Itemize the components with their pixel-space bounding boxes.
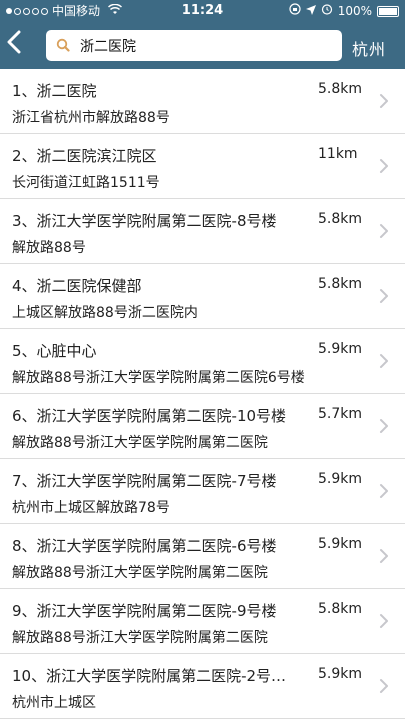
rotation-lock-icon: [289, 0, 301, 22]
status-right: 100%: [289, 0, 399, 22]
result-distance: 5.9km: [318, 666, 363, 682]
result-row[interactable]: 10、浙江大学医学院附属第二医院-2号… 5.9km 杭州市上城区: [0, 654, 405, 719]
result-title: 10、浙江大学医学院附属第二医院-2号…: [12, 667, 287, 685]
chevron-right-icon: [380, 679, 388, 693]
chevron-right-icon: [380, 484, 388, 498]
search-icon: [56, 38, 70, 52]
chevron-right-icon: [380, 94, 388, 108]
result-row[interactable]: 3、浙江大学医学院附属第二医院-8号楼 5.8km 解放路88号: [0, 199, 405, 264]
battery-label: 100%: [337, 4, 372, 18]
location-icon: [305, 0, 316, 22]
result-row[interactable]: 1、浙二医院 5.8km 浙江省杭州市解放路88号: [0, 69, 405, 134]
result-title: 1、浙二医院: [12, 82, 97, 100]
city-selector[interactable]: 杭州: [352, 36, 386, 60]
result-distance: 5.9km: [318, 536, 363, 552]
chevron-left-icon: [7, 30, 21, 54]
result-title: 2、浙二医院滨江院区: [12, 147, 157, 165]
chevron-right-icon: [380, 224, 388, 238]
result-title: 8、浙江大学医学院附属第二医院-6号楼: [12, 537, 277, 555]
header-bar: 中国移动 11:24 100% 杭州: [0, 0, 405, 69]
battery-icon: [377, 5, 399, 17]
result-address: 浙江省杭州市解放路88号: [12, 110, 170, 126]
result-address: 杭州市上城区: [12, 695, 96, 711]
result-row[interactable]: 6、浙江大学医学院附属第二医院-10号楼 5.7km 解放路88号浙江大学医学院附属…: [0, 394, 405, 459]
result-address: 解放路88号浙江大学医学院附属第二医院: [12, 565, 268, 581]
result-row[interactable]: 9、浙江大学医学院附属第二医院-9号楼 5.8km 解放路88号浙江大学医学院附属第…: [0, 589, 405, 654]
result-distance: 5.9km: [318, 471, 363, 487]
result-address: 解放路88号浙江大学医学院附属第二医院: [12, 630, 268, 646]
search-box[interactable]: [46, 30, 342, 61]
result-row[interactable]: 5、心脏中心 5.9km 解放路88号浙江大学医学院附属第二医院6号楼: [0, 329, 405, 394]
chevron-right-icon: [380, 354, 388, 368]
result-distance: 5.8km: [318, 211, 363, 227]
result-title: 9、浙江大学医学院附属第二医院-9号楼: [12, 602, 277, 620]
result-title: 7、浙江大学医学院附属第二医院-7号楼: [12, 472, 277, 490]
result-row[interactable]: 8、浙江大学医学院附属第二医院-6号楼 5.9km 解放路88号浙江大学医学院附属第…: [0, 524, 405, 589]
result-address: 长河街道江虹路1511号: [12, 175, 160, 191]
chevron-right-icon: [380, 289, 388, 303]
result-title: 6、浙江大学医学院附属第二医院-10号楼: [12, 407, 287, 425]
back-button[interactable]: [6, 30, 30, 62]
result-address: 解放路88号浙江大学医学院附属第二医院6号楼: [12, 370, 305, 386]
result-title: 4、浙二医院保健部: [12, 277, 142, 295]
result-title: 5、心脏中心: [12, 342, 97, 360]
result-distance: 5.9km: [318, 341, 363, 357]
result-title: 3、浙江大学医学院附属第二医院-8号楼: [12, 212, 277, 230]
chevron-right-icon: [380, 419, 388, 433]
result-distance: 5.7km: [318, 406, 363, 422]
result-address: 解放路88号: [12, 240, 86, 256]
chevron-right-icon: [380, 159, 388, 173]
result-address: 杭州市上城区解放路78号: [12, 500, 170, 516]
result-distance: 11km: [318, 146, 358, 162]
result-row[interactable]: 4、浙二医院保健部 5.8km 上城区解放路88号浙二医院内: [0, 264, 405, 329]
result-address: 解放路88号浙江大学医学院附属第二医院: [12, 435, 268, 451]
status-bar: 中国移动 11:24 100%: [0, 0, 405, 22]
chevron-right-icon: [380, 549, 388, 563]
result-distance: 5.8km: [318, 601, 363, 617]
result-row[interactable]: 7、浙江大学医学院附属第二医院-7号楼 5.9km 杭州市上城区解放路78号: [0, 459, 405, 524]
alarm-icon: [321, 0, 333, 22]
result-distance: 5.8km: [318, 81, 363, 97]
chevron-right-icon: [380, 614, 388, 628]
result-distance: 5.8km: [318, 276, 363, 292]
result-row[interactable]: 2、浙二医院滨江院区 11km 长河街道江虹路1511号: [0, 134, 405, 199]
result-address: 上城区解放路88号浙二医院内: [12, 305, 198, 321]
results-list: 1、浙二医院 5.8km 浙江省杭州市解放路88号 2、浙二医院滨江院区 11km 长河街…: [0, 69, 405, 719]
search-input[interactable]: [80, 30, 330, 61]
